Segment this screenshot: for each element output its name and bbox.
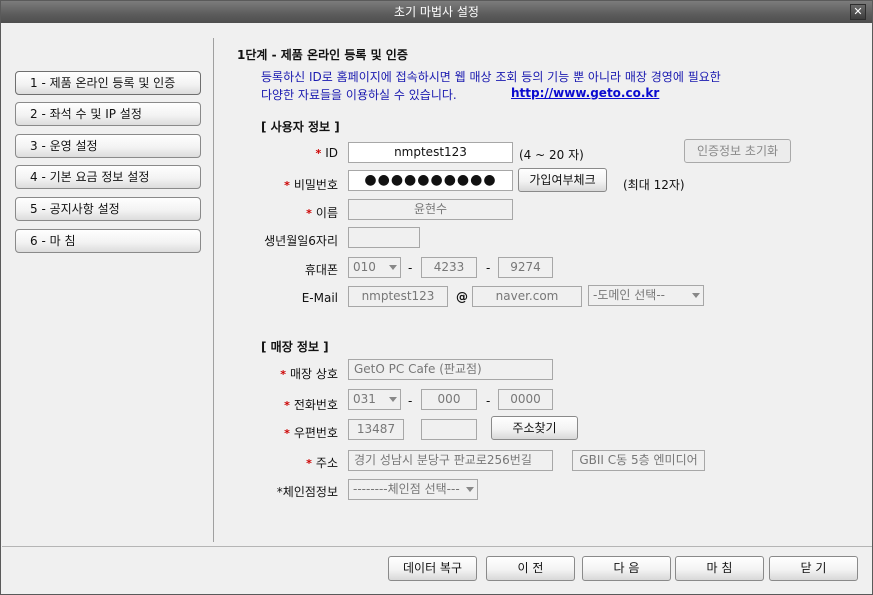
zip-input-2[interactable]: [421, 419, 477, 440]
tel-mid-input[interactable]: 000: [421, 389, 477, 410]
chevron-down-icon: [389, 265, 397, 270]
id-label: * ID: [315, 146, 338, 160]
window-title: 초기 마법사 설정: [394, 5, 479, 19]
id-hint: (4 ~ 20 자): [519, 148, 584, 162]
address-detail-input[interactable]: GBII C동 5층 엔미디어: [572, 450, 705, 471]
tel-prefix-select[interactable]: 031: [348, 389, 401, 410]
phone-last-input[interactable]: 9274: [498, 257, 553, 278]
name-label: * 이름: [306, 206, 338, 220]
birth-input[interactable]: [348, 227, 420, 248]
footer-bar: 데이터 복구 이 전 다 음 마 침 닫 기: [2, 546, 872, 594]
email-label: E-Mail: [301, 291, 338, 305]
tel-dash-1: -: [408, 394, 413, 408]
wizard-content: 1 - 제품 온라인 등록 및 인증 2 - 좌석 수 및 IP 설정 3 - …: [2, 24, 872, 546]
title-bar: 초기 마법사 설정 ✕: [1, 1, 872, 23]
zip-input[interactable]: 13487: [348, 419, 404, 440]
store-name-input[interactable]: GetO PC Cafe (판교점): [348, 359, 553, 380]
notice-line-2: 다양한 자료들을 이용하실 수 있습니다.: [261, 88, 457, 102]
data-restore-button[interactable]: 데이터 복구: [388, 556, 477, 581]
join-check-button[interactable]: 가입여부체크: [518, 168, 607, 192]
id-input[interactable]: nmptest123: [348, 142, 513, 163]
wizard-window: 초기 마법사 설정 ✕ 1 - 제품 온라인 등록 및 인증 2 - 좌석 수 …: [0, 0, 873, 595]
phone-dash-2: -: [486, 261, 491, 275]
page-title: 1단계 - 제품 온라인 등록 및 인증: [237, 48, 408, 62]
phone-prefix-select[interactable]: 010: [348, 257, 401, 278]
required-mark: *: [284, 399, 290, 412]
tel-dash-2: -: [486, 394, 491, 408]
required-mark: *: [306, 207, 312, 220]
prev-button[interactable]: 이 전: [486, 556, 575, 581]
homepage-link[interactable]: http://www.geto.co.kr: [511, 86, 659, 100]
step-6-button[interactable]: 6 - 마 침: [15, 229, 201, 253]
required-mark: *: [315, 147, 322, 160]
chevron-down-icon: [466, 487, 474, 492]
finish-button[interactable]: 마 침: [675, 556, 764, 581]
password-hint: (최대 12자): [623, 178, 685, 192]
store-name-label: * 매장 상호: [280, 367, 338, 381]
step-1-button[interactable]: 1 - 제품 온라인 등록 및 인증: [15, 71, 201, 95]
email-at-symbol: @: [456, 290, 468, 304]
reset-auth-button[interactable]: 인증정보 초기화: [684, 139, 791, 163]
name-input[interactable]: 윤현수: [348, 199, 513, 220]
chain-select[interactable]: --------체인점 선택---: [348, 479, 478, 500]
phone-mid-input[interactable]: 4233: [421, 257, 477, 278]
address-search-button[interactable]: 주소찾기: [491, 416, 578, 440]
email-domain-select[interactable]: -도메인 선택--: [588, 285, 704, 306]
required-mark: *: [284, 427, 290, 440]
email-domain-input[interactable]: naver.com: [472, 286, 582, 307]
zip-label: * 우편번호: [284, 426, 338, 440]
tel-label: * 전화번호: [284, 398, 338, 412]
required-mark: *: [280, 368, 287, 381]
close-icon[interactable]: ✕: [850, 4, 866, 20]
address-label: * 주소: [306, 456, 338, 470]
required-mark: *: [306, 457, 312, 470]
phone-dash-1: -: [408, 261, 413, 275]
vertical-divider: [213, 38, 214, 542]
birth-label: 생년월일6자리: [264, 234, 338, 248]
user-info-title: [ 사용자 정보 ]: [261, 120, 340, 134]
required-mark: *: [284, 179, 290, 192]
phone-label: 휴대폰: [304, 263, 338, 277]
password-label: * 비밀번호: [284, 178, 338, 192]
step-3-button[interactable]: 3 - 운영 설정: [15, 134, 201, 158]
chain-label: *체인점정보: [276, 485, 338, 499]
close-button[interactable]: 닫 기: [769, 556, 858, 581]
step-5-button[interactable]: 5 - 공지사항 설정: [15, 197, 201, 221]
password-input[interactable]: ●●●●●●●●●●: [348, 170, 513, 191]
next-button[interactable]: 다 음: [582, 556, 671, 581]
tel-last-input[interactable]: 0000: [498, 389, 553, 410]
store-info-title: [ 매장 정보 ]: [261, 340, 329, 354]
email-id-input[interactable]: nmptest123: [348, 286, 448, 307]
chevron-down-icon: [692, 293, 700, 298]
chevron-down-icon: [389, 397, 397, 402]
step-4-button[interactable]: 4 - 기본 요금 정보 설정: [15, 165, 201, 189]
notice-line-1: 등록하신 ID로 홈페이지에 접속하시면 웹 매상 조회 등의 기능 뿐 아니라…: [261, 70, 721, 84]
address-input[interactable]: 경기 성남시 분당구 판교로256번길: [348, 450, 553, 471]
step-2-button[interactable]: 2 - 좌석 수 및 IP 설정: [15, 102, 201, 126]
